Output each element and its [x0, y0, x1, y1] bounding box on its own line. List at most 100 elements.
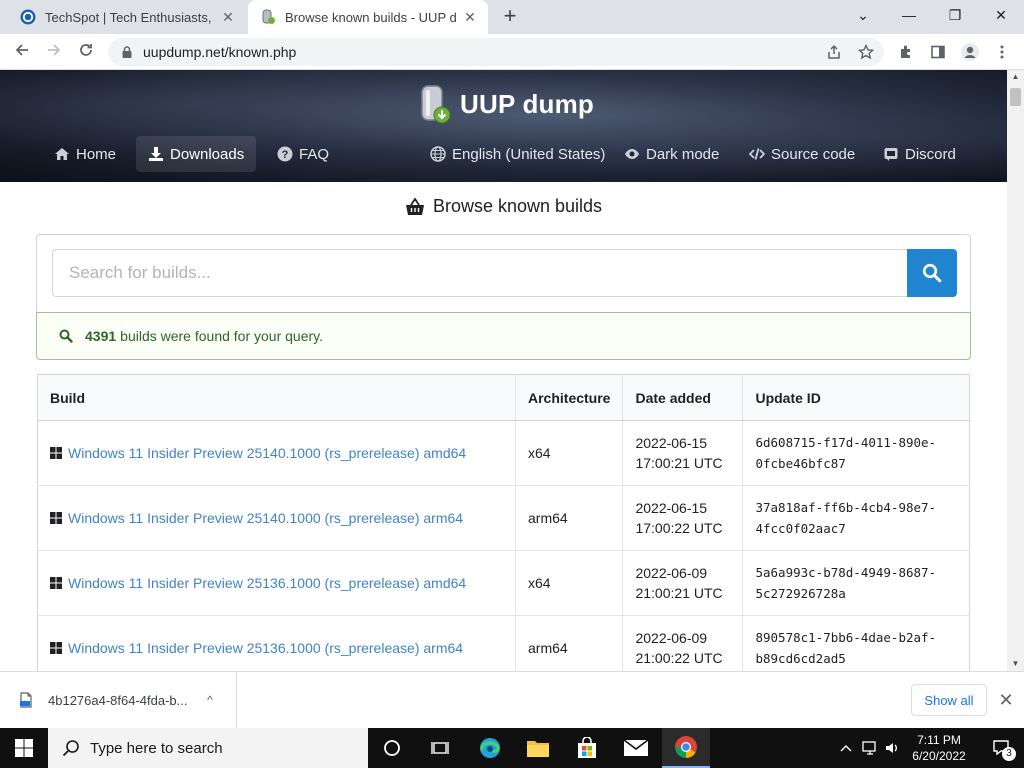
task-view-icon[interactable]	[416, 728, 464, 768]
site-title: UUP dump	[460, 88, 595, 119]
extensions-icon[interactable]	[892, 38, 920, 66]
download-item[interactable]: 4b1276a4-8f64-4fda-b... ^	[0, 672, 237, 728]
nav-dark-mode[interactable]: Dark mode	[612, 136, 731, 172]
windows-icon	[50, 577, 62, 589]
nav-source-code[interactable]: Source code	[737, 136, 867, 172]
uup-dump-icon	[262, 9, 275, 24]
search-input[interactable]	[52, 249, 908, 297]
search-button[interactable]	[907, 249, 957, 297]
windows-taskbar: Type here to search 7:11 PM 6/20/2022 3	[0, 728, 1024, 768]
build-link[interactable]: Windows 11 Insider Preview 25136.1000 (r…	[50, 640, 503, 656]
star-icon[interactable]	[852, 38, 880, 66]
show-all-button[interactable]: Show all	[911, 684, 987, 716]
page-scrollbar[interactable]: ▲ ▼	[1007, 70, 1024, 671]
site-brand[interactable]: UUP dump	[418, 84, 594, 124]
restore-button[interactable]: ❐	[932, 0, 978, 30]
scroll-down-icon[interactable]: ▼	[1007, 657, 1024, 671]
update-id-line: 37a818af-ff6b-4cb4-98e7-	[755, 500, 937, 515]
tab-title: Browse known builds - UUP dum	[285, 9, 456, 25]
nav-label: Discord	[905, 145, 956, 163]
store-icon[interactable]	[563, 728, 611, 768]
search-icon	[62, 740, 79, 757]
build-name: Windows 11 Insider Preview 25140.1000 (r…	[68, 445, 467, 461]
time-value: 17:00:21 UTC	[635, 455, 723, 471]
sidepanel-icon[interactable]	[924, 38, 952, 66]
column-header-build[interactable]: Build	[37, 374, 516, 421]
table-row: Windows 11 Insider Preview 25136.1000 (r…	[37, 550, 970, 616]
column-header-architecture[interactable]: Architecture	[514, 374, 623, 421]
forward-icon[interactable]	[40, 38, 68, 66]
scroll-thumb[interactable]	[1010, 88, 1021, 106]
tab-uup-dump[interactable]: Browse known builds - UUP dum ✕	[248, 0, 488, 34]
minimize-button[interactable]: —	[886, 0, 932, 30]
update-id-cell: 6d608715-f17d-4011-890e- 0fcbe46bfc87	[742, 420, 970, 486]
menu-icon[interactable]	[988, 38, 1016, 66]
close-icon[interactable]: ✕	[462, 9, 478, 26]
date-value: 2022-06-15	[635, 500, 708, 516]
nav-label: Source code	[771, 145, 856, 163]
uup-dump-logo-icon	[421, 85, 451, 124]
windows-icon	[50, 512, 62, 524]
column-header-update-id[interactable]: Update ID	[742, 374, 970, 421]
share-icon[interactable]	[820, 38, 848, 66]
notification-count: 3	[1002, 747, 1016, 761]
arch-cell: x64	[514, 550, 623, 616]
address-text: uupdump.net/known.php	[143, 44, 297, 60]
back-icon[interactable]	[8, 38, 36, 66]
nav-label: Home	[76, 145, 117, 163]
update-id-line: 6d608715-f17d-4011-890e-	[755, 435, 937, 450]
nav-faq[interactable]: ? FAQ	[265, 136, 341, 172]
tab-title: TechSpot | Tech Enthusiasts, Pow	[45, 9, 214, 25]
nav-discord[interactable]: Discord	[871, 136, 968, 172]
profile-icon[interactable]	[956, 38, 984, 66]
tray-chevron-icon[interactable]	[836, 728, 856, 768]
file-explorer-icon[interactable]	[514, 728, 562, 768]
volume-icon[interactable]	[882, 728, 902, 768]
update-id-line: 5c272926728a	[755, 586, 846, 601]
svg-text:?: ?	[282, 149, 289, 161]
window-close-button[interactable]: ✕	[978, 0, 1024, 30]
nav-downloads[interactable]: Downloads	[136, 136, 257, 172]
chevron-down-icon[interactable]: ⌄	[840, 0, 886, 30]
result-message: 4391 builds were found for your query.	[36, 312, 971, 360]
eye-icon	[625, 149, 639, 159]
date-cell: 2022-06-15 17:00:22 UTC	[622, 485, 743, 551]
techspot-icon	[20, 9, 36, 25]
windows-start-icon	[15, 739, 33, 757]
notification-center-icon[interactable]: 3	[980, 728, 1024, 768]
download-shelf: 4b1276a4-8f64-4fda-b... ^ Show all ✕	[0, 671, 1024, 728]
build-link[interactable]: Windows 11 Insider Preview 25140.1000 (r…	[50, 445, 503, 461]
nav-language[interactable]: English (United States)	[418, 136, 617, 172]
build-link[interactable]: Windows 11 Insider Preview 25136.1000 (r…	[50, 575, 503, 591]
chrome-icon[interactable]	[662, 728, 710, 768]
mail-icon[interactable]	[612, 728, 660, 768]
nav-label: FAQ	[299, 145, 330, 163]
builds-table: Build Architecture Date added Update ID …	[37, 374, 970, 671]
close-icon[interactable]: ✕	[220, 9, 236, 26]
column-header-date-added[interactable]: Date added	[622, 374, 743, 421]
new-tab-button[interactable]: +	[498, 4, 522, 28]
chevron-up-icon[interactable]: ^	[200, 693, 220, 707]
date-value: 2022-06-15	[635, 435, 708, 451]
browser-toolbar: uupdump.net/known.php	[0, 34, 1024, 70]
start-button[interactable]	[0, 728, 48, 768]
reload-icon[interactable]	[72, 38, 100, 66]
cortana-icon[interactable]	[368, 728, 416, 768]
nav-home[interactable]: Home	[42, 136, 128, 172]
build-link[interactable]: Windows 11 Insider Preview 25140.1000 (r…	[50, 510, 503, 526]
date-value: 2022-06-09	[635, 565, 708, 581]
network-icon[interactable]	[858, 728, 882, 768]
time-value: 21:00:21 UTC	[635, 585, 723, 601]
close-icon[interactable]: ✕	[996, 688, 1016, 712]
scroll-up-icon[interactable]: ▲	[1007, 70, 1024, 84]
download-icon	[149, 147, 163, 161]
windows-icon	[50, 447, 62, 459]
edge-icon[interactable]	[466, 728, 514, 768]
tab-techspot[interactable]: TechSpot | Tech Enthusiasts, Pow ✕	[8, 0, 246, 34]
address-bar[interactable]: uupdump.net/known.php	[108, 38, 884, 66]
search-icon	[922, 263, 942, 283]
taskbar-search[interactable]: Type here to search	[48, 728, 368, 768]
update-id-line: 4fcc0f02aac7	[755, 521, 846, 536]
system-clock[interactable]: 7:11 PM 6/20/2022	[900, 732, 978, 764]
page-title: Browse known builds	[0, 196, 1007, 217]
